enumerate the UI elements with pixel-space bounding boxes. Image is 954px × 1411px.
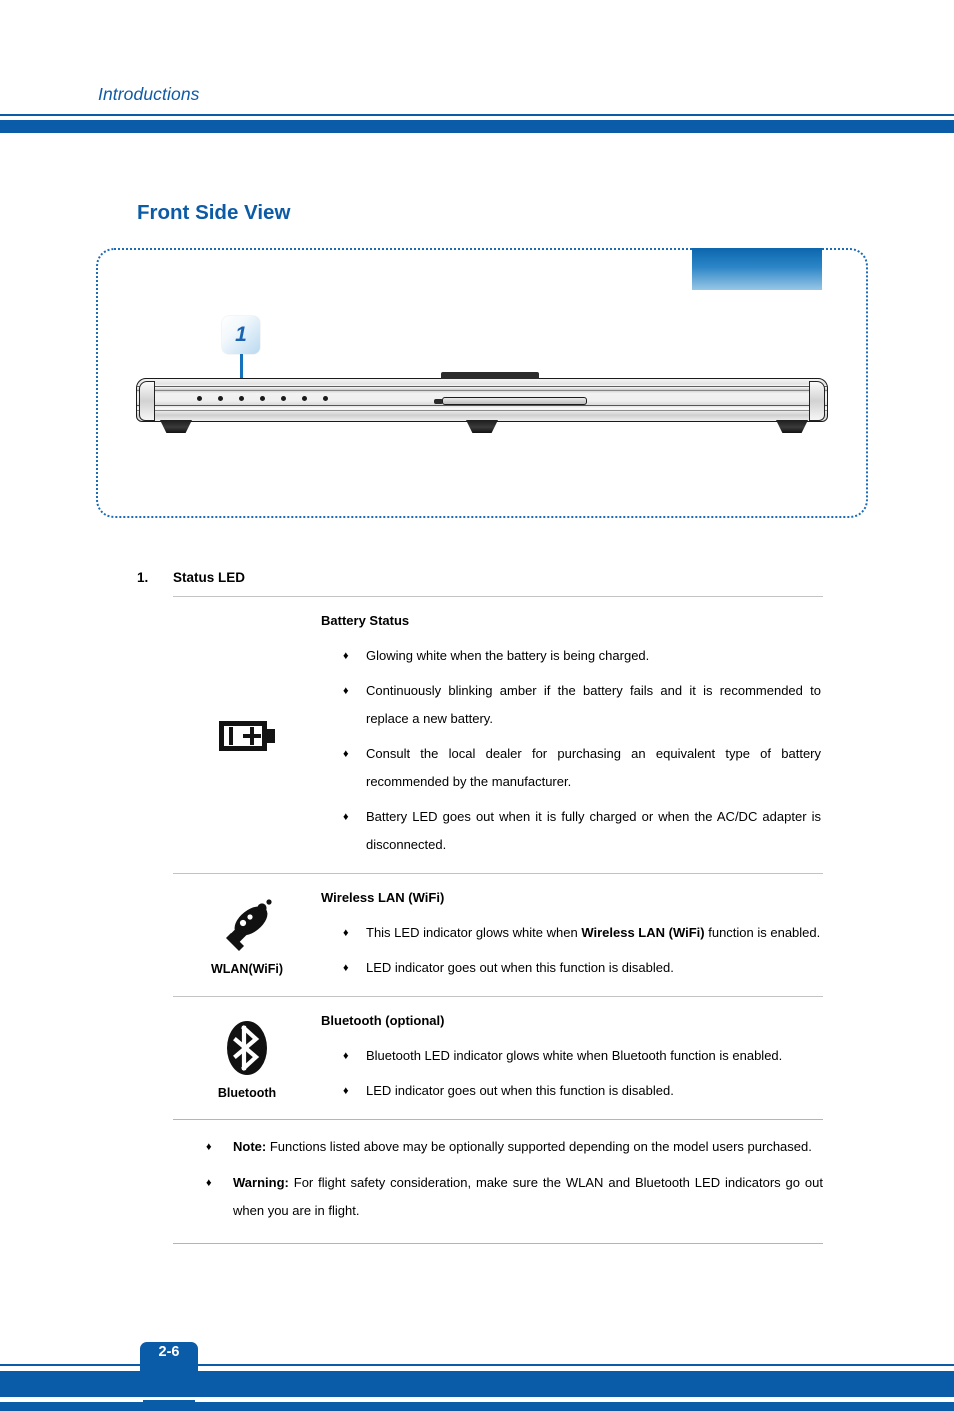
diamond-bullet-icon: ♦ — [343, 811, 349, 823]
list-item: ♦ This LED indicator glows white when Wir… — [321, 919, 821, 947]
status-led-dot — [323, 396, 328, 401]
chassis-foot — [160, 420, 192, 433]
callout-badge-1: 1 — [222, 316, 260, 354]
list-item-text: Battery LED goes out when it is fully ch… — [366, 809, 821, 852]
wlan-satellite-icon — [226, 898, 272, 951]
footer-bottom-bar — [0, 1402, 954, 1411]
list-item-text-pre: This LED indicator glows white when — [366, 925, 582, 940]
diamond-bullet-icon: ♦ — [343, 962, 349, 974]
table-cell-icon — [173, 597, 321, 873]
table-cell-body: Wireless LAN (WiFi) ♦ This LED indicator … — [321, 874, 823, 996]
table-row: Bluetooth Bluetooth (optional) ♦ Bluetoot… — [173, 996, 823, 1120]
chassis-seam — [137, 410, 827, 412]
chassis-foot — [776, 420, 808, 433]
table-cell-icon: Bluetooth — [173, 997, 321, 1119]
status-led-dot — [239, 396, 244, 401]
list-item: ♦ Bluetooth LED indicator glows white whe… — [321, 1042, 821, 1070]
list-item-text: Consult the local dealer for purchasing … — [366, 746, 821, 789]
item-index: 1. — [137, 570, 149, 585]
item-heading: 1. Status LED — [137, 570, 245, 585]
status-led-dot — [218, 396, 223, 401]
chassis-nub — [537, 421, 544, 422]
list-item-text: LED indicator goes out when this functio… — [366, 1083, 674, 1098]
list-item: ♦ Battery LED goes out when it is fully c… — [321, 803, 821, 859]
table-row: Battery Status ♦ Glowing white when the b… — [173, 596, 823, 873]
list-item: ♦ LED indicator goes out when this functi… — [321, 1077, 821, 1105]
battery-terminal — [267, 729, 275, 743]
diagram-panel: 1 — [96, 248, 868, 518]
note-label: Note: — [233, 1139, 267, 1154]
bluetooth-icon — [227, 1020, 267, 1075]
item-label: Status LED — [173, 570, 246, 585]
status-led-dot — [302, 396, 307, 401]
page-number-label: 2-6 — [158, 1344, 180, 1360]
bullet-list: ♦ Glowing white when the battery is being… — [321, 642, 821, 859]
diamond-bullet-icon: ♦ — [343, 748, 349, 760]
status-led-table: Battery Status ♦ Glowing white when the b… — [173, 596, 823, 1120]
status-led-dot — [281, 396, 286, 401]
note-item: ♦ Note: Functions listed above may be opt… — [173, 1133, 823, 1161]
battery-plus-mark — [250, 727, 254, 745]
notes-list: ♦ Note: Functions listed above may be opt… — [173, 1133, 823, 1225]
row-title: Wireless LAN (WiFi) — [321, 890, 445, 905]
diamond-bullet-icon: ♦ — [343, 1050, 349, 1062]
diamond-bullet-icon: ♦ — [206, 1177, 212, 1189]
chassis-seam — [137, 386, 827, 388]
status-led-dot — [197, 396, 202, 401]
note-text: For flight safety consideration, make su… — [233, 1175, 823, 1218]
row-title: Battery Status — [321, 613, 410, 628]
battery-minus-mark — [229, 727, 233, 745]
table-row: WLAN(WiFi) Wireless LAN (WiFi) ♦ This LED… — [173, 873, 823, 996]
laptop-chassis — [136, 378, 828, 422]
list-item-text: LED indicator goes out when this functio… — [366, 960, 674, 975]
list-item: ♦ LED indicator goes out when this functi… — [321, 954, 821, 982]
page-title: Front Side View — [137, 201, 291, 224]
note-text: Functions listed above may be optionally… — [266, 1139, 812, 1154]
table-cell-body: Bluetooth (optional) ♦ Bluetooth LED indi… — [321, 997, 823, 1119]
table-cell-body: Battery Status ♦ Glowing white when the b… — [321, 597, 823, 873]
battery-icon — [219, 721, 275, 751]
list-item: ♦ Continuously blinking amber if the batt… — [321, 677, 821, 733]
diamond-bullet-icon: ♦ — [343, 685, 349, 697]
header-divider-thick — [0, 120, 954, 133]
list-item-text-post: function is enabled. — [704, 925, 821, 940]
chassis-seam — [137, 390, 827, 392]
notes-block: ♦ Note: Functions listed above may be opt… — [173, 1133, 823, 1244]
row-title: Bluetooth (optional) — [321, 1013, 445, 1028]
callout-number-label: 1 — [235, 323, 247, 346]
header-title: Introductions — [98, 84, 200, 104]
list-item-text: Continuously blinking amber if the batte… — [366, 683, 821, 726]
list-item-text-bold: Wireless LAN (WiFi) — [581, 925, 705, 940]
diamond-bullet-icon: ♦ — [343, 1085, 349, 1097]
page-header: Introductions — [0, 0, 954, 140]
diamond-bullet-icon: ♦ — [343, 650, 349, 662]
bullet-list: ♦ This LED indicator glows white when Wir… — [321, 919, 821, 982]
note-item: ♦ Warning: For flight safety consideratio… — [173, 1169, 823, 1225]
chassis-left-edge — [139, 381, 155, 421]
chassis-foot — [466, 420, 498, 433]
bullet-list: ♦ Bluetooth LED indicator glows white whe… — [321, 1042, 821, 1105]
header-divider-thin — [0, 114, 954, 116]
list-item: ♦ Glowing white when the battery is being… — [321, 642, 821, 670]
diamond-bullet-icon: ♦ — [206, 1141, 212, 1153]
icon-caption: WLAN(WiFi) — [210, 961, 284, 976]
list-item-text: Glowing white when the battery is being … — [366, 648, 650, 663]
status-led-cluster — [197, 396, 337, 403]
status-led-dot — [260, 396, 265, 401]
chassis-seam — [137, 405, 827, 407]
icon-caption: Bluetooth — [217, 1085, 277, 1100]
lid-top-tab — [441, 372, 539, 379]
table-cell-icon: WLAN(WiFi) — [173, 874, 321, 996]
footer-divider-thick — [0, 1371, 954, 1397]
chassis-right-edge — [809, 381, 825, 421]
note-label: Warning: — [233, 1175, 289, 1190]
diamond-bullet-icon: ♦ — [343, 927, 349, 939]
diagram-accent-block — [692, 248, 822, 290]
list-item-text: Bluetooth LED indicator glows white when… — [366, 1048, 783, 1063]
laptop-front-view-illustration — [136, 372, 828, 436]
list-item: ♦ Consult the local dealer for purchasing… — [321, 740, 821, 796]
lid-latch — [442, 397, 587, 405]
